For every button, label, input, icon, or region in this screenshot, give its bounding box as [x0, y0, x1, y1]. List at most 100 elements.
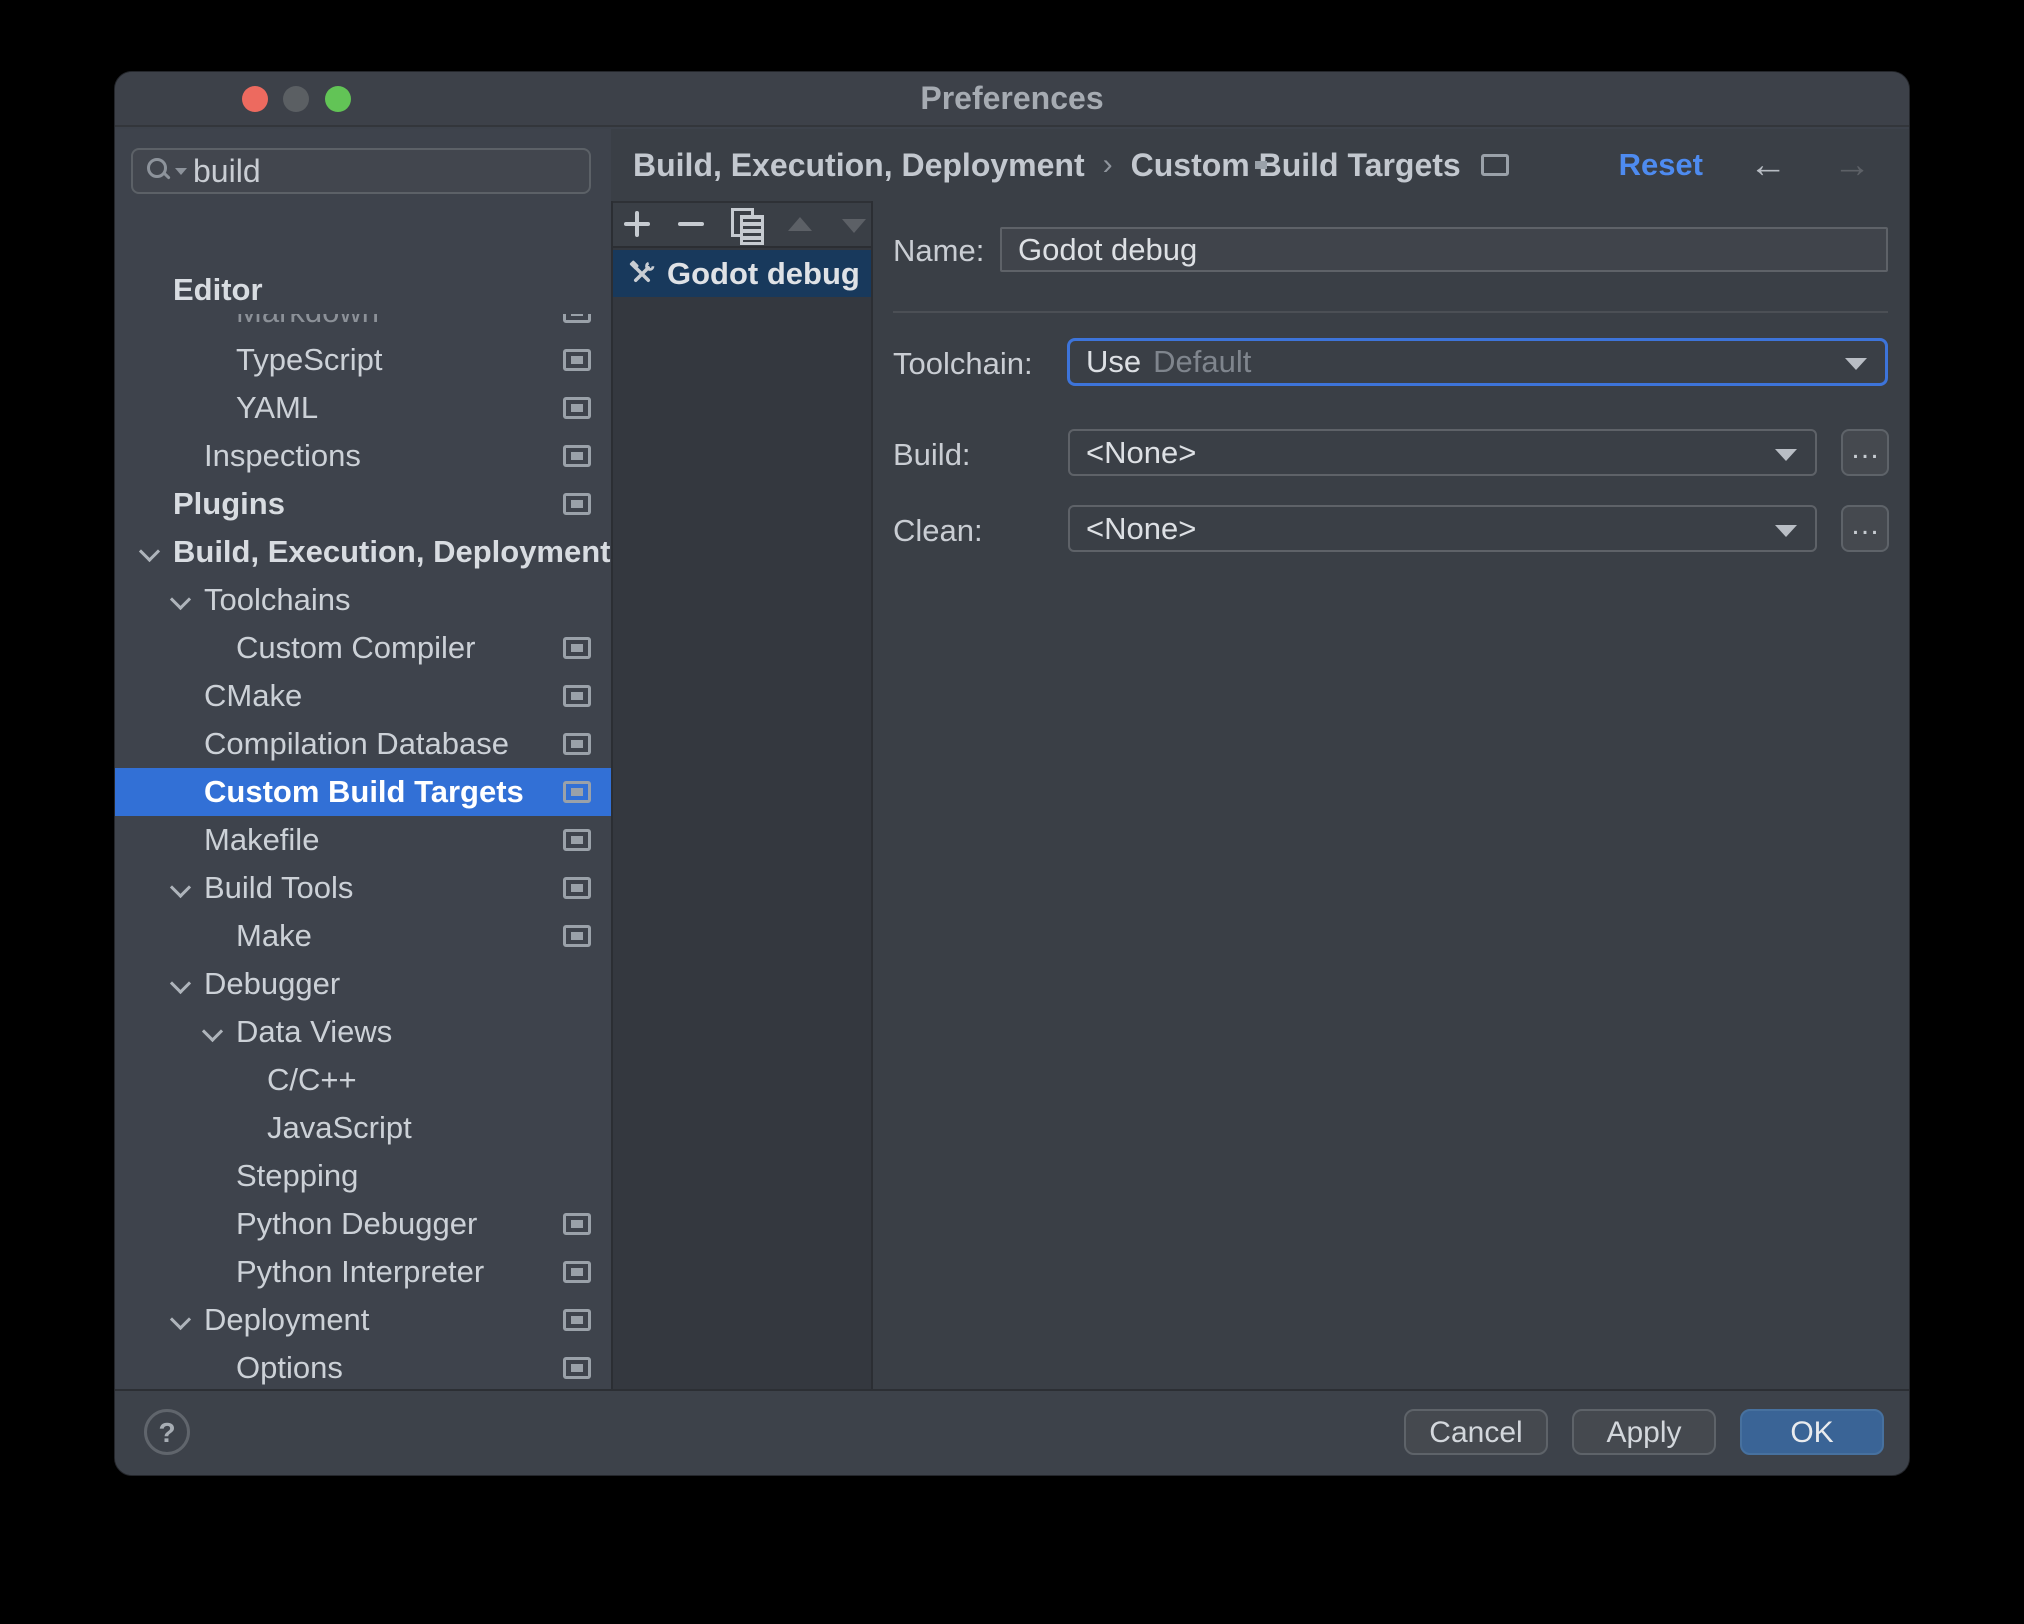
sidebar-item-javascript[interactable]: JavaScript	[115, 1104, 611, 1152]
sidebar-item-label: CMake	[204, 678, 303, 713]
panel-indicator-icon	[563, 397, 591, 419]
sidebar-item-debugger[interactable]: Debugger	[115, 960, 611, 1008]
chevron-down-icon[interactable]	[140, 543, 158, 561]
window-title: Preferences	[920, 80, 1104, 116]
search-icon[interactable]	[147, 158, 173, 184]
name-field[interactable]	[1000, 227, 1888, 272]
reset-link[interactable]: Reset	[1619, 147, 1703, 183]
sidebar-item-custom-compiler[interactable]: Custom Compiler	[115, 624, 611, 672]
dropdown-arrow-icon	[1845, 358, 1867, 370]
sidebar-item-label: Makefile	[204, 822, 320, 857]
sidebar-item-python-debugger[interactable]: Python Debugger	[115, 1200, 611, 1248]
sidebar-item-compilation-database[interactable]: Compilation Database	[115, 720, 611, 768]
sidebar-item-inspections[interactable]: Inspections	[115, 432, 611, 480]
ok-button[interactable]: OK	[1740, 1409, 1884, 1455]
sidebar-item-label: Build, Execution, Deployment	[173, 534, 611, 569]
sidebar-item-label: Inspections	[204, 438, 361, 473]
sidebar-item-label: Debugger	[204, 966, 341, 1001]
search-options-caret-icon[interactable]	[175, 167, 187, 175]
panel-indicator-icon	[563, 1213, 591, 1235]
panel-indicator-icon	[563, 493, 591, 515]
panel-indicator-icon	[563, 637, 591, 659]
clean-browse-button[interactable]: …	[1841, 505, 1889, 552]
sidebar-item-make[interactable]: Make	[115, 912, 611, 960]
panel-indicator-icon	[563, 733, 591, 755]
breadcrumb-custom-build-targets[interactable]: Custom Build Targets	[1131, 147, 1461, 184]
move-up-button[interactable]	[783, 208, 817, 242]
sidebar-item-label: Make	[236, 918, 312, 953]
sidebar-item-custom-build-targets[interactable]: Custom Build Targets	[115, 768, 611, 816]
sidebar-item-cmake[interactable]: CMake	[115, 672, 611, 720]
remove-button[interactable]	[675, 208, 709, 242]
panel-indicator-icon	[563, 685, 591, 707]
sidebar-item-label: Custom Build Targets	[204, 774, 524, 809]
cancel-button[interactable]: Cancel	[1404, 1409, 1548, 1455]
sidebar-item-plugins[interactable]: Plugins	[115, 480, 611, 528]
sidebar-item-deployment[interactable]: Deployment	[115, 1296, 611, 1344]
sidebar-item-label: Custom Compiler	[236, 630, 476, 665]
sidebar-item-c-c[interactable]: C/C++	[115, 1056, 611, 1104]
panel-indicator-icon	[563, 829, 591, 851]
sidebar-item-stepping[interactable]: Stepping	[115, 1152, 611, 1200]
sidebar-item-options[interactable]: Options	[115, 1344, 611, 1391]
panel-indicator-icon	[563, 1357, 591, 1379]
sidebar-item-typescript[interactable]: TypeScript	[115, 336, 611, 384]
sidebar-item-label: Plugins	[173, 486, 285, 521]
help-button[interactable]: ?	[144, 1409, 190, 1455]
chevron-down-icon[interactable]	[171, 591, 189, 609]
panel-indicator-icon	[563, 877, 591, 899]
back-arrow-icon[interactable]: ←	[1749, 146, 1787, 184]
clean-value: <None>	[1086, 510, 1197, 546]
build-browse-button[interactable]: …	[1841, 429, 1889, 476]
screen: Preferences ✕ EditorMarkdownTypeScriptYA…	[0, 0, 2024, 1624]
breadcrumb-build-execution-deployment[interactable]: Build, Execution, Deployment	[633, 147, 1085, 184]
preferences-window: Preferences ✕ EditorMarkdownTypeScriptYA…	[114, 71, 1910, 1476]
chevron-down-icon[interactable]	[171, 975, 189, 993]
clean-label: Clean:	[893, 513, 983, 548]
toolchain-select[interactable]: Use Default	[1067, 338, 1888, 386]
name-label: Name:	[893, 233, 985, 268]
toolchain-label: Toolchain:	[893, 346, 1033, 381]
sidebar-item-build-execution-deployment[interactable]: Build, Execution, Deployment	[115, 528, 611, 576]
sidebar-item-label: Data Views	[236, 1014, 393, 1049]
settings-search-box[interactable]: ✕	[131, 148, 611, 194]
dropdown-arrow-icon	[1775, 524, 1797, 537]
panel-indicator-icon	[563, 925, 591, 947]
build-target-label: Godot debug	[667, 255, 860, 291]
panel-indicator-icon	[1480, 154, 1509, 176]
sidebar-item-label: Stepping	[236, 1158, 359, 1193]
sidebar-item-label: Compilation Database	[204, 726, 510, 761]
sidebar-item-label: Python Interpreter	[236, 1254, 485, 1289]
chevron-down-icon[interactable]	[171, 879, 189, 897]
breadcrumb-header: Build, Execution, Deployment › Custom Bu…	[611, 129, 1909, 201]
move-down-button[interactable]	[837, 208, 871, 242]
build-target-item-godot-debug[interactable]: Godot debug	[613, 250, 871, 297]
build-select[interactable]: <None>	[1068, 429, 1817, 476]
sidebar-item-python-interpreter[interactable]: Python Interpreter	[115, 1248, 611, 1296]
search-input[interactable]	[187, 152, 611, 190]
custom-build-target-form: Name: Toolchain: Use Default Build: <Non…	[871, 201, 1909, 1389]
sidebar-item-yaml[interactable]: YAML	[115, 384, 611, 432]
sidebar-item-label: YAML	[236, 390, 319, 425]
settings-sidebar: ✕ EditorMarkdownTypeScriptYAMLInspection…	[115, 129, 611, 1391]
sidebar-item-makefile[interactable]: Makefile	[115, 816, 611, 864]
duplicate-button[interactable]	[729, 207, 763, 242]
sidebar-item-data-views[interactable]: Data Views	[115, 1008, 611, 1056]
sidebar-item-label: Options	[236, 1350, 343, 1385]
add-button[interactable]	[621, 208, 655, 242]
clean-select[interactable]: <None>	[1068, 505, 1817, 552]
breadcrumb-separator: ›	[1102, 148, 1113, 181]
build-targets-list: Godot debug	[613, 250, 871, 1389]
sidebar-item-label: C/C++	[267, 1062, 357, 1097]
sidebar-item-label: TypeScript	[236, 342, 383, 377]
sidebar-item-editor[interactable]: Editor	[115, 266, 611, 314]
chevron-down-icon[interactable]	[171, 1311, 189, 1329]
sidebar-item-label: Python Debugger	[236, 1206, 478, 1241]
forward-arrow-icon[interactable]: →	[1833, 146, 1871, 184]
chevron-down-icon[interactable]	[203, 1023, 221, 1041]
sidebar-item-build-tools[interactable]: Build Tools	[115, 864, 611, 912]
panel-indicator-icon	[563, 349, 591, 371]
apply-button[interactable]: Apply	[1572, 1409, 1716, 1455]
sidebar-item-toolchains[interactable]: Toolchains	[115, 576, 611, 624]
toolchain-value: Use	[1086, 344, 1142, 379]
